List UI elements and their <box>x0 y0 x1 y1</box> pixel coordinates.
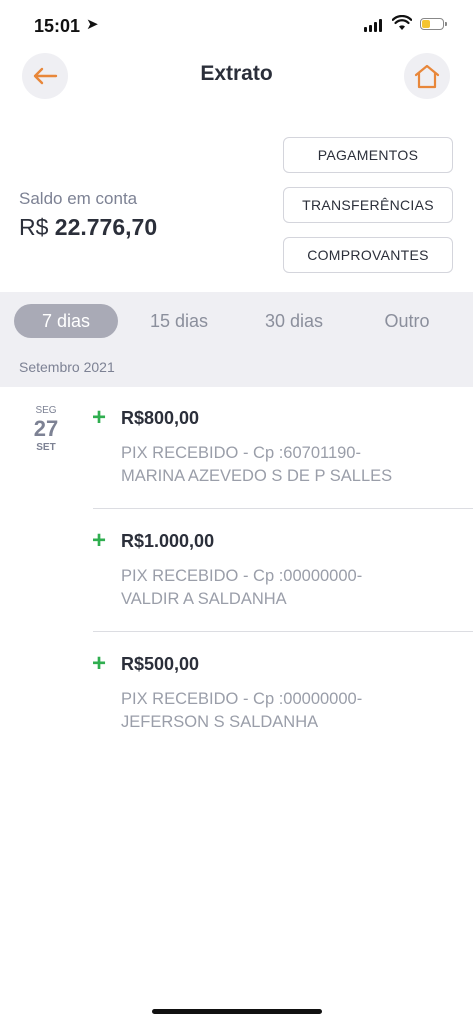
receipts-button[interactable]: COMPROVANTES <box>283 237 453 273</box>
transaction-amount: R$800,00 <box>121 408 200 428</box>
location-arrow-icon: ➤ <box>86 16 99 33</box>
balance-value: R$ 22.776,70 <box>19 214 157 241</box>
transaction-amount: R$500,00 <box>121 654 200 674</box>
date-badge: SEG 27 SET <box>28 405 64 453</box>
divider <box>93 508 473 509</box>
home-button[interactable] <box>404 53 450 99</box>
balance-label: Saldo em conta <box>19 189 138 208</box>
transfers-button[interactable]: TRANSFERÊNCIAS <box>283 187 453 223</box>
transaction-description: PIX RECEBIDO - Cp :60701190- MARINA AZEV… <box>121 442 461 488</box>
transaction-description: PIX RECEBIDO - Cp :00000000- JEFERSON S … <box>121 688 461 734</box>
battery-icon <box>420 18 447 30</box>
payments-button[interactable]: PAGAMENTOS <box>283 137 453 173</box>
balance-currency: R$ <box>19 214 49 240</box>
credit-plus-icon: + <box>92 650 107 677</box>
transaction-description-line1: PIX RECEBIDO - Cp :00000000- <box>121 567 363 585</box>
filter-30-days[interactable]: 30 dias <box>244 304 344 338</box>
filter-other[interactable]: Outro <box>358 304 456 338</box>
transaction-description-line2: VALDIR A SALDANHA <box>121 590 287 608</box>
month-header: Setembro 2021 <box>19 359 115 375</box>
transaction-description-line2: MARINA AZEVEDO S DE P SALLES <box>121 467 393 485</box>
status-bar: 15:01 ➤ <box>0 0 473 50</box>
period-filter-area: 7 dias 15 dias 30 dias Outro Setembro 20… <box>0 292 473 387</box>
home-indicator[interactable] <box>152 1009 322 1014</box>
transaction-description-line1: PIX RECEBIDO - Cp :00000000- <box>121 690 363 708</box>
filter-15-days[interactable]: 15 dias <box>128 304 230 338</box>
filter-7-days[interactable]: 7 dias <box>14 304 118 338</box>
home-icon <box>414 64 440 89</box>
date-day: 27 <box>33 416 59 441</box>
divider <box>93 631 473 632</box>
transaction-amount: R$1.000,00 <box>121 531 215 551</box>
wifi-icon <box>392 15 412 30</box>
transaction-description-line1: PIX RECEBIDO - Cp :60701190- <box>121 444 361 462</box>
cellular-signal-icon <box>364 19 384 32</box>
transaction-description: PIX RECEBIDO - Cp :00000000- VALDIR A SA… <box>121 565 461 611</box>
balance-amount: 22.776,70 <box>54 214 158 240</box>
status-time: 15:01 <box>34 16 81 36</box>
page-title: Extrato <box>200 62 273 85</box>
date-weekday: SEG <box>35 405 57 416</box>
credit-plus-icon: + <box>92 404 107 431</box>
transaction-description-line2: JEFERSON S SALDANHA <box>121 713 319 731</box>
credit-plus-icon: + <box>92 527 107 554</box>
date-month: SET <box>36 442 56 453</box>
